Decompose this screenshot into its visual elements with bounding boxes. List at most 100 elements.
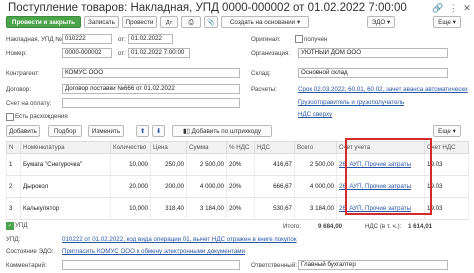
warehouse-label: Склад: bbox=[251, 70, 271, 77]
cell-vat-rate[interactable]: 20% bbox=[226, 175, 255, 198]
from-label: от: bbox=[118, 36, 126, 43]
dt-kt-button[interactable]: Дт bbox=[160, 16, 178, 28]
contract-field[interactable]: Договор поставки №666 от 01.02.2022 bbox=[62, 84, 240, 94]
col-n[interactable]: N bbox=[6, 141, 21, 154]
link-icon[interactable]: 🔗 bbox=[432, 3, 443, 13]
cell-sum[interactable]: 4 000,00 bbox=[186, 175, 227, 198]
col-total[interactable]: Всего bbox=[294, 141, 337, 154]
upd-checkbox-label: УПД bbox=[15, 222, 28, 229]
attach-button[interactable]: 📎 bbox=[204, 16, 218, 28]
org-label: Организация: bbox=[251, 50, 291, 57]
cell-vat[interactable]: 416,67 bbox=[254, 153, 295, 176]
col-name[interactable]: Номенклатура bbox=[20, 141, 111, 154]
create-on-basis-button[interactable]: Создать на основании ▾ bbox=[221, 16, 309, 28]
invoice-date-field[interactable]: 01.02.2022 bbox=[128, 34, 173, 44]
original-value: получен bbox=[304, 36, 328, 43]
change-button[interactable]: Изменить bbox=[88, 125, 124, 137]
barcode-button[interactable]: ▮▯ Добавить по штрихкоду bbox=[172, 125, 272, 137]
save-button[interactable]: Записать bbox=[84, 16, 119, 28]
cell-price[interactable]: 250,00 bbox=[150, 153, 187, 176]
upd-label: УПД: bbox=[6, 236, 21, 243]
more-label: Еще bbox=[438, 19, 451, 26]
cell-qty[interactable]: 20,000 bbox=[110, 175, 151, 198]
discrepancy-checkbox[interactable] bbox=[6, 113, 14, 121]
upd-checkbox[interactable]: ✓ bbox=[6, 222, 14, 230]
add-row-button[interactable]: Добавить bbox=[6, 125, 40, 137]
vat-total-label: НДС (в т. ч.): bbox=[365, 223, 402, 230]
cell-qty[interactable]: 10,000 bbox=[110, 153, 151, 176]
comment-field[interactable] bbox=[62, 260, 240, 270]
original-label: Оригинал: bbox=[251, 36, 281, 43]
cell-price[interactable]: 318,40 bbox=[150, 197, 187, 220]
pick-button[interactable]: Подбор bbox=[48, 125, 82, 137]
edo-button[interactable]: ЭДО ▾ bbox=[367, 16, 395, 28]
move-down-button[interactable]: ⬇ bbox=[152, 125, 165, 137]
more-vert-icon[interactable]: ⋮ bbox=[449, 3, 458, 13]
upd-link[interactable]: 010222 от 01.02.2022, код вида операции … bbox=[62, 236, 297, 243]
cell-sum[interactable]: 2 500,00 bbox=[186, 153, 227, 176]
invoice-number-label: Накладная, УПД №: bbox=[6, 36, 64, 43]
more-button[interactable]: Еще ▾ bbox=[433, 16, 461, 28]
cell-total: 3 184,00 bbox=[294, 197, 337, 220]
invoice-number-field[interactable]: 010222 bbox=[62, 34, 112, 44]
totals-value: 9 684,00 bbox=[318, 223, 343, 230]
table-more-label: Еще bbox=[438, 128, 451, 135]
edo-label: ЭДО bbox=[371, 19, 386, 26]
payment-label: Счет на оплату: bbox=[6, 100, 52, 107]
contract-label: Договор: bbox=[6, 86, 32, 93]
cell-sum[interactable]: 3 184,00 bbox=[186, 197, 227, 220]
cell-vat[interactable]: 666,67 bbox=[254, 175, 295, 198]
window-title: Поступление товаров: Накладная, УПД 0000… bbox=[8, 2, 407, 14]
post-button[interactable]: Провести bbox=[122, 16, 157, 28]
cell-name[interactable]: Дырокол bbox=[20, 175, 111, 198]
cell-name[interactable]: Калькулятор bbox=[20, 197, 111, 220]
responsible-field[interactable]: Главный бухгалтер bbox=[298, 260, 448, 270]
cell-n: 2 bbox=[6, 175, 21, 198]
payment-field[interactable] bbox=[62, 98, 240, 108]
col-sum[interactable]: Сумма bbox=[186, 141, 227, 154]
account-highlight-box bbox=[345, 138, 432, 215]
col-price[interactable]: Цена bbox=[150, 141, 187, 154]
cell-vat-rate[interactable]: 20% bbox=[226, 153, 255, 176]
cell-total: 2 500,00 bbox=[294, 153, 337, 176]
number-date-field[interactable]: 01.02.2022 7:00:00 bbox=[128, 48, 190, 58]
org-field[interactable]: УЮТНЫЙ ДОМ ООО bbox=[298, 48, 448, 58]
settlements-link[interactable]: Срок 02.03.2022, 60.01, 60.02, зачет ава… bbox=[298, 86, 468, 93]
cell-n: 3 bbox=[6, 197, 21, 220]
cell-name[interactable]: Бумага "Снегурочка" bbox=[20, 153, 111, 176]
col-vat-rate[interactable]: % НДС bbox=[226, 141, 255, 154]
cell-total: 4 000,00 bbox=[294, 175, 337, 198]
original-checkbox[interactable] bbox=[295, 35, 303, 43]
comment-label: Комментарий: bbox=[6, 262, 47, 269]
settlements-label: Расчеты: bbox=[251, 86, 277, 93]
post-and-close-button[interactable]: Провести и закрыть bbox=[6, 16, 81, 28]
number-field[interactable]: 0000-000002 bbox=[62, 48, 112, 58]
totals-label: Итого: bbox=[283, 223, 301, 230]
cell-vat[interactable]: 530,67 bbox=[254, 197, 295, 220]
edo-state-label: Состояние ЭДО: bbox=[6, 248, 54, 255]
print-button[interactable]: ⎙ bbox=[181, 16, 201, 28]
cell-price[interactable]: 200,00 bbox=[150, 175, 187, 198]
table-more-button[interactable]: Еще ▾ bbox=[433, 125, 461, 137]
close-icon[interactable]: ✕ bbox=[463, 3, 471, 13]
number-label: Номер: bbox=[6, 50, 27, 57]
discrepancy-label: Есть расхождения bbox=[15, 113, 68, 120]
col-vat[interactable]: НДС bbox=[254, 141, 295, 154]
barcode-label: Добавить по штрихкоду bbox=[191, 128, 262, 135]
barcode-icon: ▮▯ bbox=[182, 128, 190, 135]
col-qty[interactable]: Количество bbox=[110, 141, 151, 154]
vat-total-value: 1 614,01 bbox=[408, 223, 433, 230]
move-up-button[interactable]: ⬆ bbox=[136, 125, 149, 137]
cell-n: 1 bbox=[6, 153, 21, 176]
vat-link[interactable]: НДС сверху bbox=[298, 111, 332, 118]
create-on-basis-label: Создать на основании bbox=[229, 19, 296, 26]
contractor-label: Контрагент: bbox=[6, 70, 40, 77]
cell-qty[interactable]: 10,000 bbox=[110, 197, 151, 220]
warehouse-field[interactable]: Основной склад bbox=[298, 68, 448, 78]
contractor-field[interactable]: КОМУС ООО bbox=[62, 68, 240, 78]
cell-vat-rate[interactable]: 20% bbox=[226, 197, 255, 220]
window-controls: 🔗 ⋮ ✕ bbox=[432, 3, 471, 14]
responsible-label: Ответственный: bbox=[251, 262, 297, 269]
edo-invite-link[interactable]: Пригласить КОМУС ООО к обмену электронны… bbox=[62, 248, 245, 255]
consignee-link[interactable]: Грузоотправитель и грузополучатель bbox=[298, 99, 404, 106]
